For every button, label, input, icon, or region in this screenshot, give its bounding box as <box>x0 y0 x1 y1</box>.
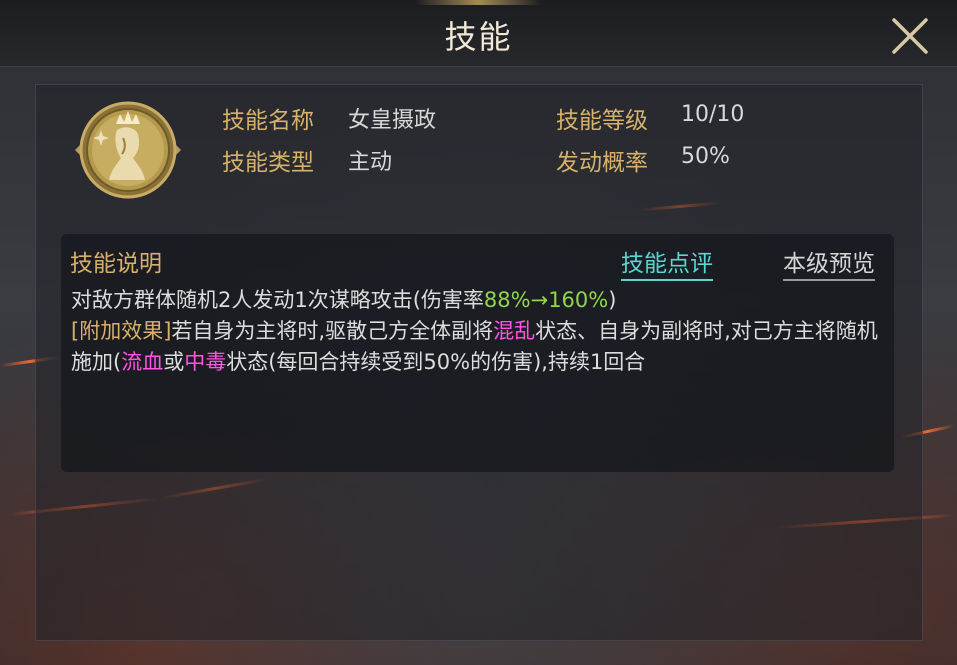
skill-name-value: 女皇摄政 <box>348 108 437 133</box>
close-button[interactable] <box>888 14 932 58</box>
window-title: 技能 <box>444 18 513 56</box>
bonus-effect-tag: [附加效果] <box>71 319 172 343</box>
bonus-effect-text: 若自身为主将时,驱散己方全体副将 <box>171 319 494 343</box>
level-preview-link[interactable]: 本级预览 <box>783 244 875 281</box>
skill-level-value: 10/10 <box>681 102 745 127</box>
keyword-bleed: 流血 <box>121 350 164 374</box>
keyword-chaos: 混乱 <box>493 319 536 343</box>
trigger-chance-value: 50% <box>681 144 730 169</box>
skill-name-label: 技能名称 <box>222 108 314 134</box>
title-ornament <box>415 0 542 5</box>
damage-rate: 88%→160% <box>483 288 609 312</box>
skill-type-value: 主动 <box>348 150 393 175</box>
bonus-effect-text: 状态(每回合持续受到50%的伤害),持续1回合 <box>226 350 646 374</box>
attack-description-end: ) <box>608 288 617 312</box>
skill-type-label: 技能类型 <box>222 150 314 176</box>
bonus-effect-text: 或 <box>163 350 185 374</box>
description-title: 技能说明 <box>70 251 162 277</box>
skill-level-label: 技能等级 <box>556 108 648 134</box>
skill-review-link[interactable]: 技能点评 <box>621 244 713 281</box>
keyword-poison: 中毒 <box>184 350 227 374</box>
title-bar: 技能 <box>0 0 957 67</box>
queen-crown-emblem-icon <box>73 100 183 200</box>
close-icon <box>892 18 928 54</box>
attack-description: 对敌方群体随机2人发动1次谋略攻击(伤害率 <box>71 288 484 312</box>
trigger-chance-label: 发动概率 <box>556 150 648 176</box>
description-text: 对敌方群体随机2人发动1次谋略攻击(伤害率88%→160%) [附加效果]若自身… <box>71 285 886 378</box>
